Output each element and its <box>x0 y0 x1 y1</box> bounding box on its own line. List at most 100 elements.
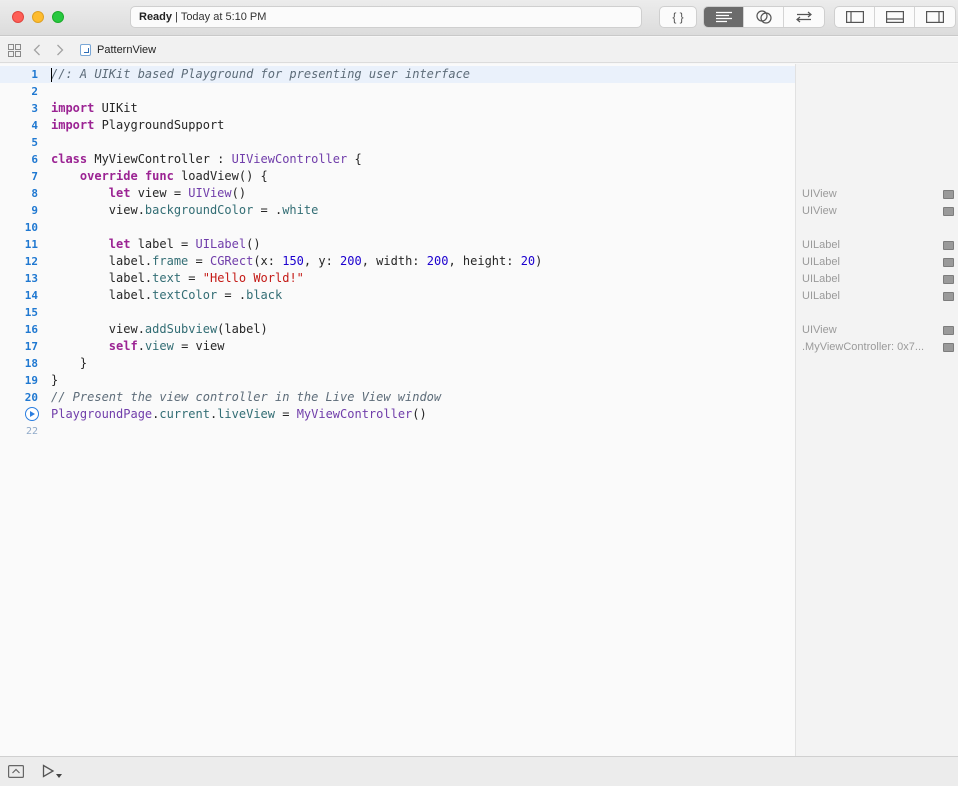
show-result-icon[interactable] <box>943 241 954 250</box>
library-button[interactable]: { } <box>659 6 697 28</box>
code-text[interactable]: let label = UILabel() <box>51 236 261 253</box>
code-text[interactable]: } <box>51 372 58 389</box>
forward-button[interactable] <box>56 37 64 63</box>
code-text[interactable]: self.view = view <box>51 338 225 355</box>
result-row[interactable]: UILabel <box>796 288 958 305</box>
code-line[interactable]: 11 let label = UILabel() <box>0 236 795 253</box>
code-line[interactable]: 2 <box>0 83 795 100</box>
code-line[interactable]: 6 class MyViewController : UIViewControll… <box>0 151 795 168</box>
line-number[interactable]: 14 <box>0 287 38 304</box>
result-row[interactable]: UILabel <box>796 271 958 288</box>
code-text[interactable]: view.addSubview(label) <box>51 321 268 338</box>
show-result-icon[interactable] <box>943 207 954 216</box>
code-line[interactable]: 19} <box>0 372 795 389</box>
bottom-bar <box>0 756 958 786</box>
code-text[interactable]: import PlaygroundSupport <box>51 117 224 134</box>
line-number[interactable]: 15 <box>0 304 38 321</box>
line-number[interactable]: 9 <box>0 202 38 219</box>
source-editor[interactable]: 1 //: A UIKit based Playground for presen… <box>0 64 795 756</box>
back-button[interactable] <box>33 37 41 63</box>
line-number[interactable]: 19 <box>0 372 38 389</box>
code-line[interactable]: 16 view.addSubview(label) <box>0 321 795 338</box>
show-result-icon[interactable] <box>943 258 954 267</box>
code-text[interactable]: } <box>51 355 87 372</box>
line-number[interactable]: 2 <box>0 83 38 100</box>
line-number[interactable]: 20 <box>0 389 38 406</box>
line-number[interactable]: 5 <box>0 134 38 151</box>
code-text[interactable]: label.text = "Hello World!" <box>51 270 304 287</box>
code-line[interactable]: 1 //: A UIKit based Playground for presen… <box>0 66 795 83</box>
result-row[interactable]: UIView <box>796 322 958 339</box>
code-line[interactable]: 9 view.backgroundColor = .white <box>0 202 795 219</box>
toggle-debug-area-button[interactable] <box>875 7 915 27</box>
minimize-window-button[interactable] <box>32 11 44 23</box>
line-number[interactable]: 22 <box>0 423 38 440</box>
show-result-icon[interactable] <box>943 343 954 352</box>
line-number[interactable]: 12 <box>0 253 38 270</box>
line-number[interactable]: 4 <box>0 117 38 134</box>
code-line[interactable]: 8 let view = UIView() <box>0 185 795 202</box>
result-value: UILabel <box>802 256 840 268</box>
run-playground-button[interactable] <box>42 764 64 786</box>
show-result-icon[interactable] <box>943 190 954 199</box>
line-number[interactable]: 18 <box>0 355 38 372</box>
line-number[interactable]: 17 <box>0 338 38 355</box>
code-text[interactable]: label.frame = CGRect(x: 150, y: 200, wid… <box>51 253 543 270</box>
zoom-window-button[interactable] <box>52 11 64 23</box>
code-line[interactable]: 20 // Present the view controller in the … <box>0 389 795 406</box>
result-row[interactable]: .MyViewController: 0x7... <box>796 339 958 356</box>
line-number[interactable]: 3 <box>0 100 38 117</box>
code-line[interactable]: 12 label.frame = CGRect(x: 150, y: 200, … <box>0 253 795 270</box>
code-line[interactable]: 22 <box>0 423 795 440</box>
activity-status: Ready | Today at 5:10 PM <box>130 6 642 28</box>
related-items-button[interactable] <box>8 37 21 63</box>
code-line[interactable]: 10 <box>0 219 795 236</box>
standard-editor-button[interactable] <box>704 7 744 27</box>
line-number[interactable]: 11 <box>0 236 38 253</box>
debug-area-icon <box>8 765 25 779</box>
code-text[interactable]: view.backgroundColor = .white <box>51 202 319 219</box>
code-line[interactable]: 3 import UIKit <box>0 100 795 117</box>
breadcrumb-file[interactable]: PatternView <box>80 37 156 63</box>
code-text[interactable]: PlaygroundPage.current.liveView = MyView… <box>51 406 427 423</box>
code-line[interactable]: 13 label.text = "Hello World!" <box>0 270 795 287</box>
line-number[interactable]: 7 <box>0 168 38 185</box>
result-row[interactable]: UIView <box>796 186 958 203</box>
line-number[interactable]: 13 <box>0 270 38 287</box>
code-text[interactable]: override func loadView() { <box>51 168 268 185</box>
show-result-icon[interactable] <box>943 292 954 301</box>
code-line[interactable]: 5 <box>0 134 795 151</box>
toggle-navigator-button[interactable] <box>835 7 875 27</box>
line-number[interactable]: 16 <box>0 321 38 338</box>
assistant-editor-button[interactable] <box>744 7 784 27</box>
code-line[interactable]: 15 <box>0 304 795 321</box>
code-text[interactable]: // Present the view controller in the Li… <box>51 389 441 406</box>
code-text[interactable]: label.textColor = .black <box>51 287 282 304</box>
right-panel-icon <box>926 11 944 23</box>
line-number[interactable]: 8 <box>0 185 38 202</box>
show-debug-area-button[interactable] <box>8 765 25 783</box>
result-row[interactable]: UILabel <box>796 254 958 271</box>
show-result-icon[interactable] <box>943 326 954 335</box>
run-to-line-icon[interactable] <box>25 407 39 421</box>
code-line[interactable]: 4 import PlaygroundSupport <box>0 117 795 134</box>
line-number[interactable]: 1 <box>0 66 38 83</box>
code-line[interactable]: PlaygroundPage.current.liveView = MyView… <box>0 406 795 423</box>
code-line[interactable]: 17 self.view = view <box>0 338 795 355</box>
code-text[interactable]: class MyViewController : UIViewControlle… <box>51 151 362 168</box>
code-line[interactable]: 7 override func loadView() { <box>0 168 795 185</box>
result-value: .MyViewController: 0x7... <box>802 341 925 353</box>
version-editor-button[interactable] <box>784 7 824 27</box>
line-number[interactable]: 6 <box>0 151 38 168</box>
code-text[interactable]: let view = UIView() <box>51 185 246 202</box>
result-row[interactable]: UIView <box>796 203 958 220</box>
toggle-inspector-button[interactable] <box>915 7 955 27</box>
code-line[interactable]: 14 label.textColor = .black <box>0 287 795 304</box>
code-text[interactable]: //: A UIKit based Playground for present… <box>51 66 470 83</box>
line-number[interactable]: 10 <box>0 219 38 236</box>
code-line[interactable]: 18 } <box>0 355 795 372</box>
result-row[interactable]: UILabel <box>796 237 958 254</box>
close-window-button[interactable] <box>12 11 24 23</box>
code-text[interactable]: import UIKit <box>51 100 138 117</box>
show-result-icon[interactable] <box>943 275 954 284</box>
